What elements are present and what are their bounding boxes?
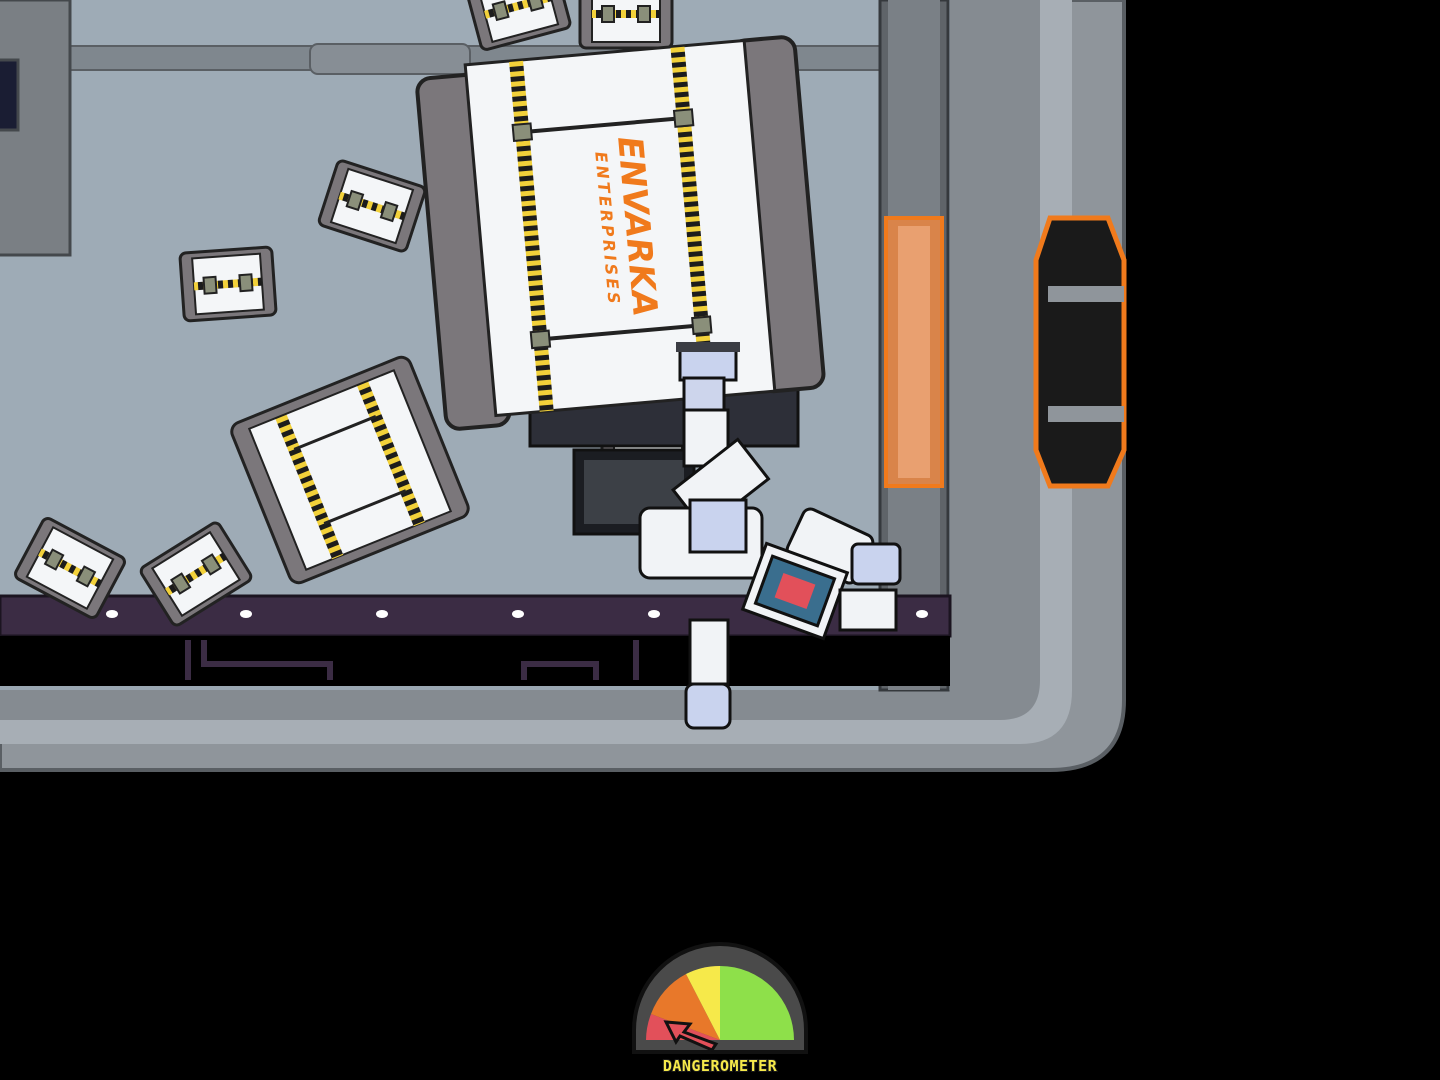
- airlock-door-outer[interactable]: [1033, 215, 1127, 489]
- game-scene: ENVARKA ENTERPRISES: [0, 0, 1440, 1080]
- crate-2[interactable]: [178, 245, 278, 323]
- dangerometer-label: DANGEROMETER: [662, 1056, 778, 1076]
- crate-top-right[interactable]: [578, 0, 674, 50]
- cargo-crate-large[interactable]: ENVARKA ENTERPRISES: [415, 35, 826, 431]
- airlock-door-inner[interactable]: [884, 216, 944, 488]
